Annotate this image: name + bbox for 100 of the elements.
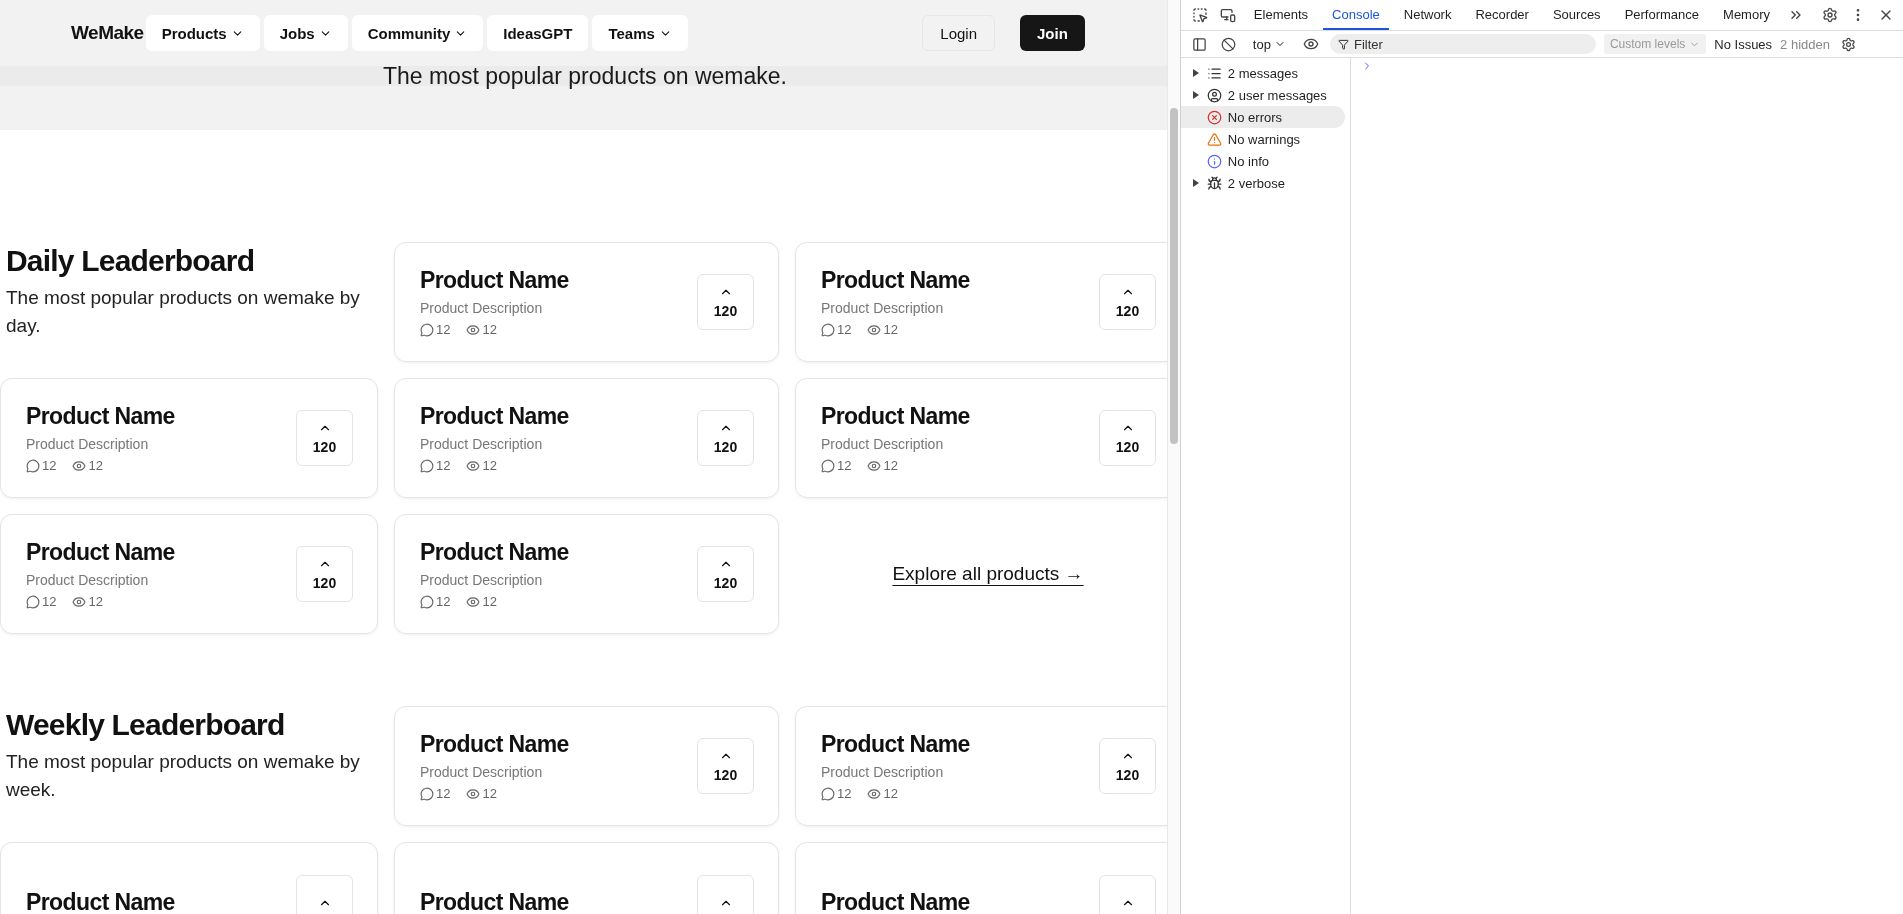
comment-icon [821, 458, 835, 473]
product-card[interactable]: Product Name Product Description 12 12 120 [394, 242, 779, 362]
devtools-tab[interactable]: Network [1394, 0, 1461, 30]
product-name: Product Name [821, 731, 970, 758]
product-name: Product Name [821, 403, 970, 430]
comment-icon [420, 594, 434, 609]
nav-menu-button[interactable]: Jobs [263, 15, 348, 51]
product-name: Product Name [26, 403, 175, 430]
nav-menu-button[interactable]: Teams [592, 15, 688, 51]
console-filter-item[interactable]: No warnings [1180, 128, 1345, 150]
comment-count: 12 [420, 322, 451, 337]
comment-count: 12 [821, 786, 852, 801]
product-name: Product Name [26, 539, 175, 566]
nav-menu-button[interactable]: Products [145, 15, 260, 51]
console-filter-item[interactable]: 2 messages [1180, 62, 1345, 84]
list-icon [1206, 65, 1222, 81]
devtools-tab[interactable]: Elements [1244, 0, 1318, 30]
view-count: 12 [466, 322, 497, 337]
section-title: Daily Leaderboard [6, 244, 256, 278]
eye-icon [72, 594, 87, 609]
context-selector[interactable]: top [1246, 35, 1292, 53]
eye-icon [466, 786, 481, 801]
product-card[interactable]: Product Name [0, 842, 378, 914]
eye-icon [867, 322, 882, 337]
info-icon [1206, 153, 1222, 169]
comment-icon [26, 594, 40, 609]
upvote-button[interactable]: 120 [697, 738, 754, 794]
eye-icon [466, 322, 481, 337]
devtools-tab[interactable]: Performance [1615, 0, 1709, 30]
explore-link[interactable]: Explore all products → [892, 563, 1084, 585]
filter-item-label: No errors [1227, 109, 1283, 125]
product-card[interactable]: Product Name Product Description 12 12 120 [394, 514, 779, 634]
filter-field[interactable]: Filter [1329, 34, 1596, 54]
product-description: Product Description [420, 572, 544, 588]
product-description: Product Description [26, 572, 150, 588]
login-button[interactable]: Login [922, 15, 995, 51]
product-description: Product Description [821, 300, 945, 316]
section-description: The most popular products on wemake by week. [6, 750, 361, 802]
comment-icon [420, 322, 434, 337]
eye-icon [466, 594, 481, 609]
product-card[interactable]: Product Name Product Description 12 12 120 [394, 706, 779, 826]
product-card[interactable]: Product Name Product Description 12 12 120 [394, 378, 779, 498]
product-name: Product Name [420, 267, 569, 294]
console-filter-item[interactable]: No info [1180, 150, 1345, 172]
hidden-count: 2 hidden [1780, 36, 1830, 52]
devtools-tab[interactable]: Console [1323, 0, 1389, 30]
devtools-tab[interactable]: Memory [1714, 0, 1779, 30]
logo[interactable]: WeMake [71, 22, 144, 44]
product-card[interactable]: Product Name Product Description 12 12 120 [0, 378, 378, 498]
filter-item-label: No warnings [1227, 131, 1301, 147]
product-description: Product Description [26, 436, 150, 452]
eye-icon [72, 458, 87, 473]
product-card[interactable]: Product Name Product Description 12 12 120 [0, 514, 378, 634]
expand-arrow-icon[interactable] [1192, 179, 1199, 187]
console-filter-item[interactable]: 2 user messages [1180, 84, 1345, 106]
upvote-button[interactable]: 120 [697, 410, 754, 466]
nav-menu-button[interactable]: IdeasGPT [487, 15, 589, 51]
scrollbar[interactable] [1166, 0, 1180, 914]
console-filter-item[interactable]: No errors [1180, 106, 1345, 128]
filter-item-label: 2 user messages [1227, 87, 1327, 103]
view-count: 12 [466, 594, 497, 609]
hero-subtitle: The most popular products on wemake. [382, 62, 787, 90]
issues-label[interactable]: No Issues [1714, 36, 1773, 52]
filter-item-label: 2 verbose [1227, 175, 1285, 191]
upvote-button[interactable]: 120 [1099, 738, 1156, 794]
filter-icon [1337, 39, 1349, 50]
product-name: Product Name [821, 267, 970, 294]
bug-icon [1206, 175, 1222, 191]
expand-arrow-icon[interactable] [1192, 91, 1199, 99]
nav-menu-button[interactable]: Community [351, 15, 484, 51]
comment-icon [821, 322, 835, 337]
devtools-tab[interactable]: Sources [1543, 0, 1610, 30]
product-name: Product Name [420, 731, 569, 758]
upvote-button[interactable]: 120 [296, 410, 353, 466]
devtools-tab[interactable]: Recorder [1466, 0, 1538, 30]
expand-arrow-icon[interactable] [1192, 69, 1199, 77]
view-count: 12 [867, 322, 898, 337]
product-card[interactable]: Product Name [394, 842, 779, 914]
join-button[interactable]: Join [1020, 15, 1085, 51]
comment-count: 12 [420, 594, 451, 609]
product-description: Product Description [420, 300, 544, 316]
product-description: Product Description [420, 764, 544, 780]
console-filter-item[interactable]: 2 verbose [1180, 172, 1345, 194]
comment-icon [420, 786, 434, 801]
upvote-button[interactable]: 120 [697, 546, 754, 602]
comment-icon [26, 458, 40, 473]
section-title: Weekly Leaderboard [6, 708, 286, 742]
eye-icon [867, 458, 882, 473]
comment-count: 12 [821, 458, 852, 473]
upvote-button[interactable]: 120 [296, 546, 353, 602]
upvote-button[interactable]: 120 [1099, 274, 1156, 330]
comment-count: 12 [821, 322, 852, 337]
eye-icon [466, 458, 481, 473]
upvote-button[interactable]: 120 [1099, 410, 1156, 466]
product-description: Product Description [821, 436, 945, 452]
upvote-button[interactable]: 120 [697, 274, 754, 330]
comment-count: 12 [420, 786, 451, 801]
product-description: Product Description [821, 764, 945, 780]
view-count: 12 [466, 458, 497, 473]
view-count: 12 [72, 458, 103, 473]
